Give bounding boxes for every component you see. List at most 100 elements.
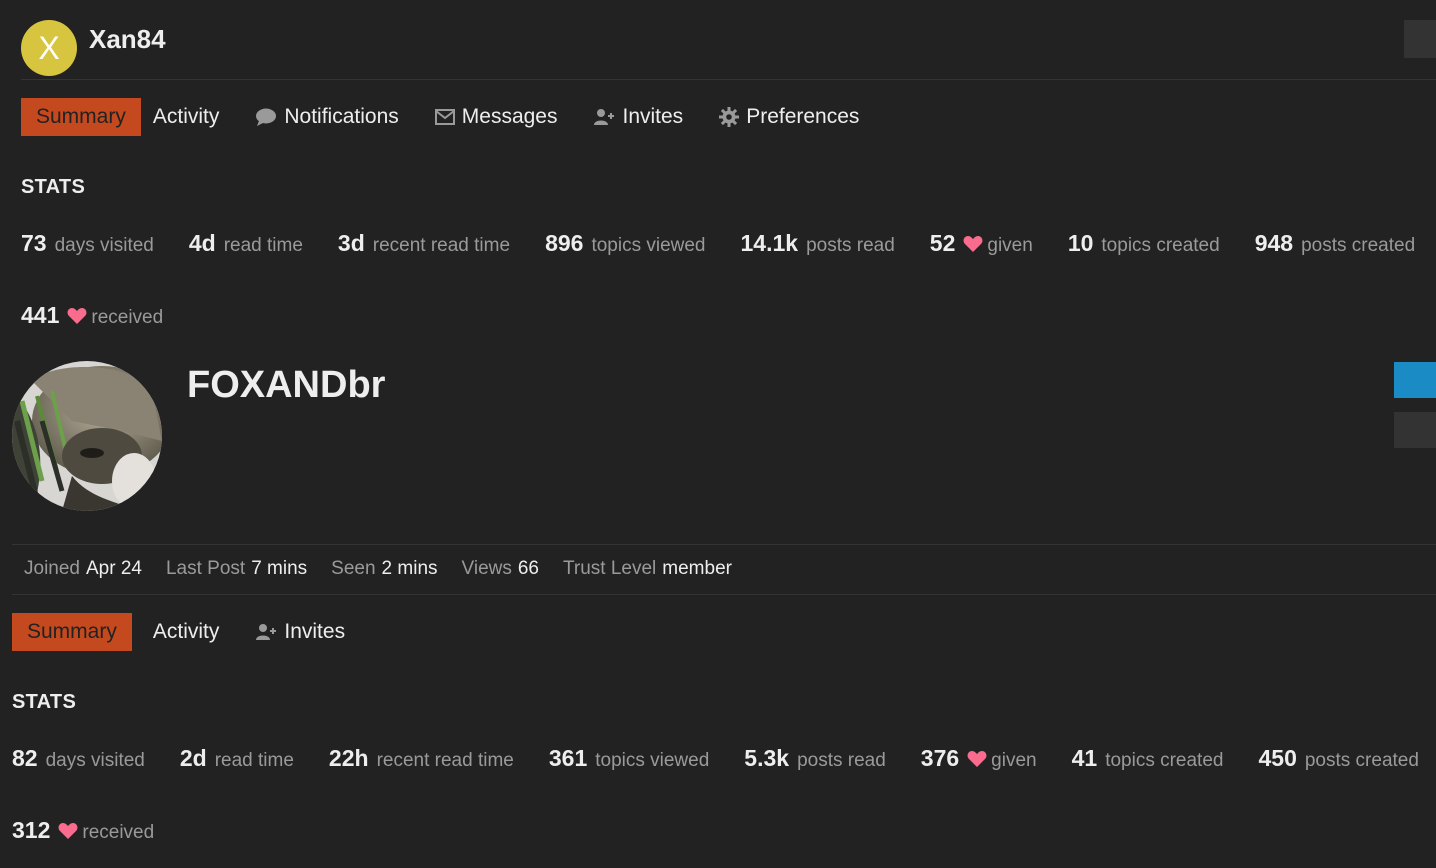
stat-value: 41 xyxy=(1071,745,1098,771)
meta-value: Apr 24 xyxy=(86,558,142,579)
meta-value: member xyxy=(662,558,732,579)
profile-tab-summary-label: Summary xyxy=(27,620,117,643)
stat-value: 948 xyxy=(1254,230,1294,256)
stat-likes-given[interactable]: 52 given xyxy=(930,230,1033,257)
meta-value: 66 xyxy=(517,558,539,579)
stat-topics-created[interactable]: 10 topics created xyxy=(1068,230,1220,257)
stat-label: posts read xyxy=(797,750,886,771)
tab-notifications[interactable]: Notifications xyxy=(240,98,413,136)
stats-row: 73 days visited 4d read time 3d recent r… xyxy=(21,230,1436,257)
avatar-letter: X xyxy=(38,29,60,66)
stat-recent-read-time: 22h recent read time xyxy=(329,745,514,772)
meta-last-post[interactable]: Last Post 7 mins xyxy=(166,558,307,580)
profile-action-button[interactable] xyxy=(1394,412,1436,448)
profile-tab-summary[interactable]: Summary xyxy=(12,613,132,651)
header-username[interactable]: Xan84 xyxy=(89,24,166,55)
header-corner-button[interactable] xyxy=(1404,20,1436,58)
profile-divider-top xyxy=(12,544,1436,545)
stat-recent-read-time: 3d recent read time xyxy=(338,230,510,257)
meta-value: 7 mins xyxy=(251,558,308,579)
profile-avatar-image xyxy=(12,361,162,511)
stat-label: read time xyxy=(223,235,303,256)
stats-row: 82 days visited 2d read time 22h recent … xyxy=(12,745,1436,772)
stats-title: STATS xyxy=(21,176,86,198)
stat-label: topics created xyxy=(1105,750,1224,771)
tab-summary[interactable]: Summary xyxy=(21,98,141,136)
profile-nav: Summary Activity Invites xyxy=(12,613,366,651)
stat-posts-created[interactable]: 948 posts created xyxy=(1255,230,1415,257)
stat-label: topics viewed xyxy=(591,235,706,256)
stat-label: given xyxy=(987,235,1033,256)
meta-views: Views 66 xyxy=(462,558,539,580)
stat-topics-viewed: 896 topics viewed xyxy=(545,230,705,257)
profile-tab-invites[interactable]: Invites xyxy=(240,613,360,651)
envelope-icon xyxy=(434,109,455,125)
stat-value: 3d xyxy=(337,230,365,256)
stats-row: 441 received xyxy=(21,302,198,329)
stat-topics-created[interactable]: 41 topics created xyxy=(1072,745,1224,772)
tab-activity-label: Activity xyxy=(152,105,220,128)
profile-tab-invites-label: Invites xyxy=(284,620,346,643)
stat-label: recent read time xyxy=(372,235,511,256)
heart-icon xyxy=(967,751,987,767)
stat-label: topics viewed xyxy=(595,750,710,771)
stat-value: 896 xyxy=(545,230,584,256)
stat-value: 52 xyxy=(929,230,956,256)
stat-value: 73 xyxy=(21,230,47,256)
heart-icon xyxy=(67,308,87,324)
stat-likes-received[interactable]: 441 received xyxy=(21,302,163,329)
stat-value: 441 xyxy=(21,302,60,328)
heart-icon xyxy=(58,823,78,839)
tab-preferences-label: Preferences xyxy=(746,105,860,128)
stat-value: 22h xyxy=(328,745,369,771)
stat-likes-given[interactable]: 376 given xyxy=(921,745,1037,772)
tab-messages[interactable]: Messages xyxy=(420,98,573,136)
user-plus-icon xyxy=(594,109,615,125)
chat-bubble-icon xyxy=(256,108,277,126)
meta-seen: Seen 2 mins xyxy=(331,558,437,580)
profile-avatar[interactable] xyxy=(12,361,162,511)
profile-divider-bottom xyxy=(12,594,1436,595)
meta-label: Last Post xyxy=(165,558,246,579)
stat-label: given xyxy=(991,750,1037,771)
stat-label: recent read time xyxy=(376,750,514,771)
meta-label: Joined xyxy=(24,558,80,579)
profile-meta: Joined Apr 24 Last Post 7 mins Seen 2 mins … xyxy=(24,558,756,580)
profile-name: FOXANDbr xyxy=(187,364,386,406)
user-plus-icon xyxy=(256,624,277,640)
stat-posts-created[interactable]: 450 posts created xyxy=(1258,745,1418,772)
stat-value: 14.1k xyxy=(740,230,799,256)
stat-value: 4d xyxy=(188,230,216,256)
meta-trust-level[interactable]: Trust Level member xyxy=(563,558,732,580)
meta-label: Trust Level xyxy=(563,558,657,579)
stat-value: 5.3k xyxy=(744,745,790,771)
stat-topics-viewed: 361 topics viewed xyxy=(549,745,709,772)
tab-messages-label: Messages xyxy=(461,105,558,128)
stat-label: received xyxy=(82,822,155,843)
stat-value: 450 xyxy=(1258,745,1297,771)
stat-read-time: 4d read time xyxy=(189,230,303,257)
stat-posts-read: 5.3k posts read xyxy=(744,745,886,772)
profile-tab-activity[interactable]: Activity xyxy=(138,613,235,651)
stat-label: days visited xyxy=(54,235,154,256)
stat-value: 376 xyxy=(920,745,960,771)
gear-icon xyxy=(719,107,740,127)
tab-invites[interactable]: Invites xyxy=(578,98,698,136)
stat-likes-received[interactable]: 312 received xyxy=(12,817,154,844)
stat-label: posts created xyxy=(1301,235,1416,256)
heart-icon xyxy=(963,236,983,252)
user-nav: Summary Activity Notifications Messages … xyxy=(21,98,880,136)
stat-label: posts read xyxy=(806,235,895,256)
meta-label: Views xyxy=(461,558,512,579)
stat-read-time: 2d read time xyxy=(180,745,294,772)
tab-notifications-label: Notifications xyxy=(284,105,399,128)
stats-title: STATS xyxy=(12,691,77,713)
stat-value: 361 xyxy=(548,745,588,771)
tab-preferences[interactable]: Preferences xyxy=(704,98,874,136)
stats-row: 312 received xyxy=(12,817,189,844)
tab-activity[interactable]: Activity xyxy=(147,98,235,136)
tab-invites-label: Invites xyxy=(622,105,684,128)
meta-label: Seen xyxy=(331,558,376,579)
message-button[interactable] xyxy=(1394,362,1436,398)
user-avatar[interactable]: X xyxy=(21,20,77,76)
